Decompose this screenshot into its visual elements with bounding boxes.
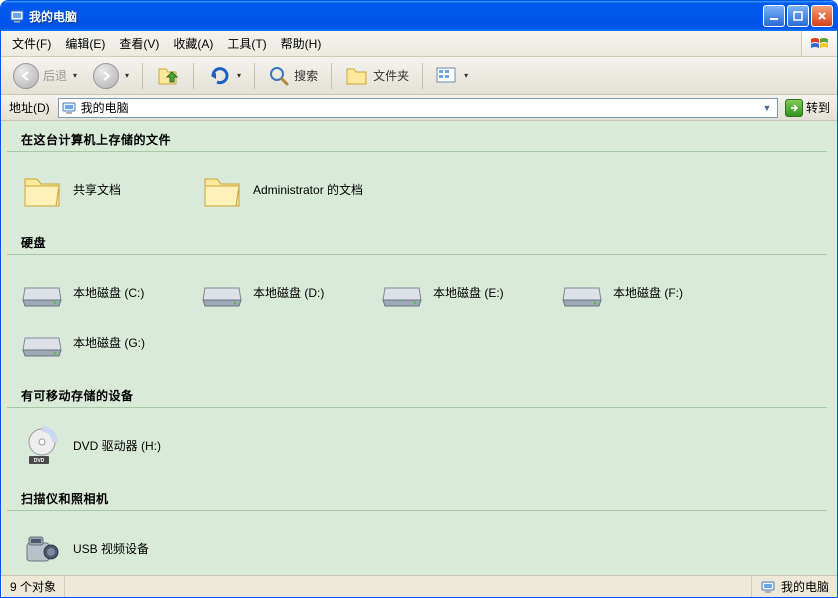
hard-drive-icon [561, 273, 603, 315]
forward-button[interactable]: ▾ [87, 59, 135, 93]
item-label: DVD 驱动器 (H:) [73, 439, 161, 455]
item-label: Administrator 的文档 [253, 183, 363, 199]
folder-icon [201, 170, 243, 212]
section-scanners-items: USB 视频设备 [1, 521, 837, 575]
folder-icon [21, 170, 63, 212]
undo-button[interactable]: ▾ [201, 60, 247, 92]
toolbar-separator [422, 63, 423, 89]
address-bar: 地址(D) 我的电脑 ▼ 转到 [1, 95, 837, 121]
folders-button[interactable]: 文件夹 [339, 61, 415, 91]
status-bar: 9 个对象 我的电脑 [1, 575, 837, 597]
item-label: 本地磁盘 (F:) [613, 286, 683, 302]
item-usb-video[interactable]: USB 视频设备 [17, 525, 197, 575]
menu-favorites[interactable]: 收藏(A) [166, 32, 220, 55]
address-input[interactable]: 我的电脑 ▼ [58, 98, 778, 118]
views-icon [436, 67, 458, 85]
hard-drive-icon [21, 273, 63, 315]
close-button[interactable] [811, 5, 833, 27]
back-button[interactable]: 后退 ▾ [7, 59, 83, 93]
item-label: USB 视频设备 [73, 542, 149, 558]
window-controls [763, 5, 833, 27]
search-icon [268, 65, 290, 87]
item-label: 本地磁盘 (G:) [73, 336, 145, 352]
up-button[interactable] [150, 60, 186, 92]
menu-file[interactable]: 文件(F) [5, 32, 58, 55]
hard-drive-icon [21, 323, 63, 365]
menu-tools[interactable]: 工具(T) [220, 32, 273, 55]
back-label: 后退 [43, 67, 67, 84]
status-location-text: 我的电脑 [781, 578, 829, 595]
menu-bar: 文件(F) 编辑(E) 查看(V) 收藏(A) 工具(T) 帮助(H) [1, 31, 837, 57]
mycomputer-icon [61, 100, 77, 116]
section-files-header: 在这台计算机上存储的文件 [7, 123, 827, 152]
undo-icon [207, 64, 231, 88]
item-dvd-drive[interactable]: DVD DVD 驱动器 (H:) [17, 422, 197, 472]
views-button[interactable]: ▾ [430, 63, 474, 89]
go-arrow-icon [785, 99, 803, 117]
content-pane[interactable]: 在这台计算机上存储的文件 共享文档 Administrator 的文档 硬盘 本… [1, 121, 837, 575]
search-label: 搜索 [294, 67, 318, 84]
section-files-items: 共享文档 Administrator 的文档 [1, 162, 837, 224]
item-local-disk-f[interactable]: 本地磁盘 (F:) [557, 269, 737, 319]
hard-drive-icon [381, 273, 423, 315]
window-title: 我的电脑 [29, 8, 763, 25]
section-drives-header: 硬盘 [7, 226, 827, 255]
dvd-drive-icon: DVD [21, 426, 63, 468]
standard-toolbar: 后退 ▾ ▾ ▾ 搜索 文件夹 ▾ [1, 57, 837, 95]
item-shared-documents[interactable]: 共享文档 [17, 166, 197, 216]
item-label: 共享文档 [73, 183, 121, 199]
hard-drive-icon [201, 273, 243, 315]
item-label: 本地磁盘 (D:) [253, 286, 324, 302]
title-bar[interactable]: 我的电脑 [1, 1, 837, 31]
back-dropdown-icon: ▾ [73, 71, 77, 80]
windows-flag-icon [801, 31, 837, 56]
section-removable-items: DVD DVD 驱动器 (H:) [1, 418, 837, 480]
menu-edit[interactable]: 编辑(E) [58, 32, 112, 55]
mycomputer-icon [760, 579, 776, 595]
item-admin-documents[interactable]: Administrator 的文档 [197, 166, 377, 216]
views-dropdown-icon: ▾ [464, 71, 468, 80]
section-scanners-header: 扫描仪和照相机 [7, 482, 827, 511]
address-dropdown-icon[interactable]: ▼ [759, 103, 775, 113]
toolbar-separator [142, 63, 143, 89]
address-value: 我的电脑 [81, 99, 755, 116]
toolbar-separator [331, 63, 332, 89]
folders-icon [345, 65, 369, 87]
item-local-disk-g[interactable]: 本地磁盘 (G:) [17, 319, 197, 369]
go-button[interactable]: 转到 [782, 99, 833, 117]
back-arrow-icon [13, 63, 39, 89]
forward-arrow-icon [93, 63, 119, 89]
status-location: 我的电脑 [752, 578, 837, 595]
section-drives-items: 本地磁盘 (C:) 本地磁盘 (D:) 本地磁盘 (E:) 本地磁盘 (F:) … [1, 265, 837, 377]
item-label: 本地磁盘 (E:) [433, 286, 504, 302]
forward-dropdown-icon: ▾ [125, 71, 129, 80]
menu-help[interactable]: 帮助(H) [274, 32, 329, 55]
maximize-button[interactable] [787, 5, 809, 27]
camcorder-icon [21, 529, 63, 571]
toolbar-separator [193, 63, 194, 89]
app-icon [9, 8, 25, 24]
search-button[interactable]: 搜索 [262, 61, 324, 91]
address-label: 地址(D) [5, 99, 54, 116]
undo-dropdown-icon: ▾ [237, 71, 241, 80]
folders-label: 文件夹 [373, 67, 409, 84]
item-local-disk-d[interactable]: 本地磁盘 (D:) [197, 269, 377, 319]
item-local-disk-e[interactable]: 本地磁盘 (E:) [377, 269, 557, 319]
folder-up-icon [156, 64, 180, 88]
minimize-button[interactable] [763, 5, 785, 27]
item-label: 本地磁盘 (C:) [73, 286, 144, 302]
status-object-count: 9 个对象 [1, 576, 65, 597]
item-local-disk-c[interactable]: 本地磁盘 (C:) [17, 269, 197, 319]
toolbar-separator [254, 63, 255, 89]
go-label: 转到 [806, 99, 830, 116]
status-spacer [65, 576, 752, 597]
section-removable-header: 有可移动存储的设备 [7, 379, 827, 408]
menu-view[interactable]: 查看(V) [112, 32, 166, 55]
explorer-window: 我的电脑 文件(F) 编辑(E) 查看(V) 收藏(A) 工具(T) 帮助(H)… [0, 0, 838, 598]
svg-text:DVD: DVD [34, 458, 45, 464]
